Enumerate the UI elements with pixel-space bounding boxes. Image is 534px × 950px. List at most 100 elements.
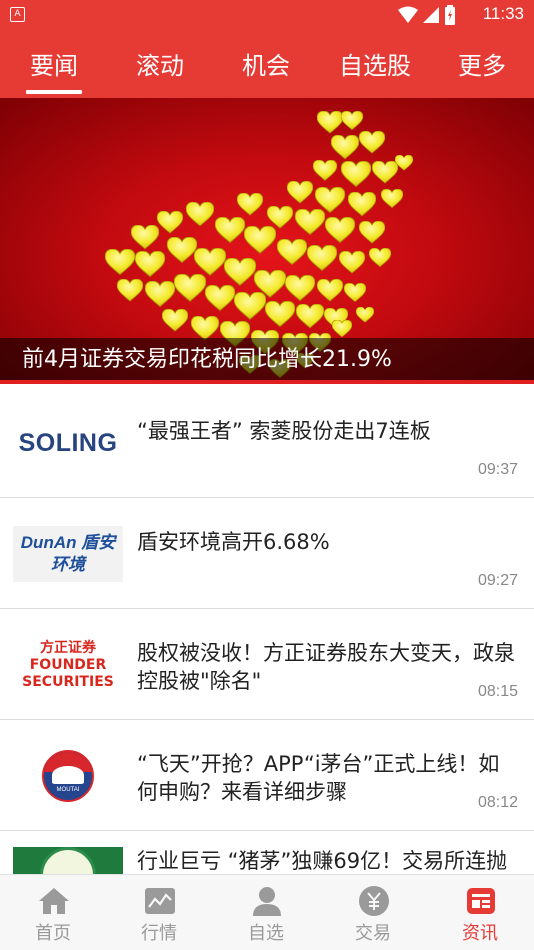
tab-label: 更多 bbox=[458, 52, 506, 80]
heart-shape bbox=[331, 135, 359, 160]
heart-shape bbox=[356, 307, 374, 323]
heart-shape bbox=[372, 161, 398, 184]
active-tab-indicator bbox=[26, 90, 82, 94]
clock: 11:33 bbox=[482, 4, 524, 23]
heart-shape bbox=[267, 206, 293, 229]
heart-shape bbox=[145, 281, 175, 307]
soling-logo: SOLING bbox=[13, 415, 123, 471]
news-title: 盾安环境高开6.68% bbox=[137, 530, 330, 554]
signal-icon bbox=[423, 7, 439, 23]
heart-shape bbox=[167, 237, 197, 263]
top-tab-bar: 要闻 滚动 机会 自选股 更多 bbox=[0, 30, 534, 98]
emblem-mountain bbox=[52, 766, 84, 784]
chart-icon bbox=[145, 888, 175, 914]
heart-shape bbox=[205, 285, 235, 311]
nav-watchlist[interactable]: 自选 bbox=[213, 875, 319, 950]
heart-shape bbox=[317, 279, 343, 302]
yuan-coin-icon bbox=[359, 886, 389, 916]
status-icons bbox=[398, 5, 456, 25]
news-title: 股权被没收！方正证券股东大变天，政泉控股被"除名" bbox=[137, 641, 515, 693]
app-notification-icon: A bbox=[10, 7, 25, 22]
tab-label: 自选股 bbox=[339, 52, 411, 80]
nav-label: 行情 bbox=[141, 923, 177, 944]
heart-shape bbox=[296, 304, 324, 329]
status-bar: A 11:33 bbox=[0, 0, 534, 30]
moutai-logo: MOUTAI bbox=[13, 748, 123, 804]
dunan-logo: DunAn 盾安环境 bbox=[13, 526, 123, 582]
heart-shape bbox=[359, 221, 385, 244]
tab-more[interactable]: 更多 bbox=[454, 46, 510, 80]
heart-shape bbox=[381, 189, 403, 209]
heart-shape bbox=[332, 320, 352, 338]
home-icon bbox=[39, 888, 69, 914]
news-title: “最强王者” 索菱股份走出7连板 bbox=[137, 419, 431, 443]
person-icon bbox=[253, 887, 281, 916]
list-item[interactable]: DunAn 盾安环境 盾安环境高开6.68% 09:27 bbox=[0, 498, 534, 609]
heart-shape bbox=[348, 192, 376, 217]
heart-shape bbox=[277, 239, 307, 265]
logo-text: SOLING bbox=[18, 428, 118, 457]
moutai-emblem: MOUTAI bbox=[42, 750, 94, 802]
heart-shape bbox=[325, 217, 355, 243]
wifi-icon bbox=[398, 6, 418, 23]
heart-shape bbox=[295, 209, 325, 235]
heart-shape bbox=[174, 274, 206, 302]
tab-headlines[interactable]: 要闻 bbox=[26, 46, 82, 94]
tab-opportunity[interactable]: 机会 bbox=[238, 46, 294, 80]
bottom-navigation: 首页 行情 自选 交易 资讯 bbox=[0, 874, 534, 950]
battery-icon bbox=[445, 5, 455, 25]
nav-market[interactable]: 行情 bbox=[106, 875, 212, 950]
heart-shape bbox=[339, 251, 365, 274]
heart-shape bbox=[224, 258, 256, 286]
heart-shape bbox=[237, 193, 263, 216]
banner-caption: 前4月证券交易印花税同比增长21.9% bbox=[0, 338, 534, 384]
nav-trade[interactable]: 交易 bbox=[320, 875, 426, 950]
heart-shape bbox=[234, 292, 266, 320]
news-list: SOLING “最强王者” 索菱股份走出7连板 09:37 DunAn 盾安环境… bbox=[0, 387, 534, 942]
nav-news[interactable]: 资讯 bbox=[427, 875, 533, 950]
heart-shape bbox=[285, 275, 315, 301]
heart-shape bbox=[317, 111, 343, 134]
nav-label: 自选 bbox=[248, 923, 284, 944]
heart-shape bbox=[105, 249, 135, 275]
list-item[interactable]: 方正证券 FOUNDER SECURITIES 股权被没收！方正证券股东大变天，… bbox=[0, 609, 534, 720]
tab-label: 机会 bbox=[242, 52, 290, 80]
heart-shape bbox=[265, 301, 295, 327]
heart-shape bbox=[191, 316, 219, 341]
heart-shape bbox=[341, 161, 371, 187]
heart-shape bbox=[194, 248, 226, 276]
heart-shape bbox=[215, 217, 245, 243]
tab-rolling[interactable]: 滚动 bbox=[132, 46, 188, 80]
list-item[interactable]: SOLING “最强王者” 索菱股份走出7连板 09:37 bbox=[0, 387, 534, 498]
nav-label: 交易 bbox=[355, 923, 391, 944]
list-item[interactable]: MOUTAI “飞天”开抢？APP“i茅台”正式上线！如何申购？来看详细步骤 0… bbox=[0, 720, 534, 831]
heart-shape bbox=[157, 211, 183, 234]
heart-shape bbox=[359, 131, 385, 154]
banner-divider bbox=[0, 380, 534, 384]
headline-banner[interactable]: 前4月证券交易印花税同比增长21.9% bbox=[0, 98, 534, 384]
news-time: 08:12 bbox=[477, 794, 518, 811]
heart-shape bbox=[313, 160, 337, 181]
logo-text: DunAn 盾安环境 bbox=[20, 533, 116, 574]
heart-shape bbox=[341, 111, 363, 131]
heart-shape bbox=[344, 283, 366, 303]
logo-text: 方正证券 FOUNDER SECURITIES bbox=[22, 639, 114, 690]
tab-label: 要闻 bbox=[30, 52, 78, 80]
news-time: 09:27 bbox=[477, 572, 518, 589]
news-title: 行业巨亏 “猪茅”独赚69亿！交易所连抛 bbox=[137, 849, 508, 873]
tab-label: 滚动 bbox=[136, 52, 184, 80]
heart-shape bbox=[117, 279, 143, 302]
emblem-text: MOUTAI bbox=[56, 787, 80, 793]
news-time: 09:37 bbox=[477, 461, 518, 478]
nav-label: 资讯 bbox=[462, 923, 498, 944]
tab-watchlist[interactable]: 自选股 bbox=[336, 46, 414, 80]
heart-shape bbox=[186, 202, 214, 227]
nav-home[interactable]: 首页 bbox=[0, 875, 106, 950]
heart-shape bbox=[162, 309, 188, 332]
nav-label: 首页 bbox=[35, 923, 71, 944]
founder-securities-logo: 方正证券 FOUNDER SECURITIES bbox=[13, 637, 123, 693]
heart-shape bbox=[369, 248, 391, 268]
heart-shape bbox=[307, 245, 337, 271]
news-icon bbox=[467, 888, 495, 914]
heart-shape bbox=[287, 181, 313, 204]
